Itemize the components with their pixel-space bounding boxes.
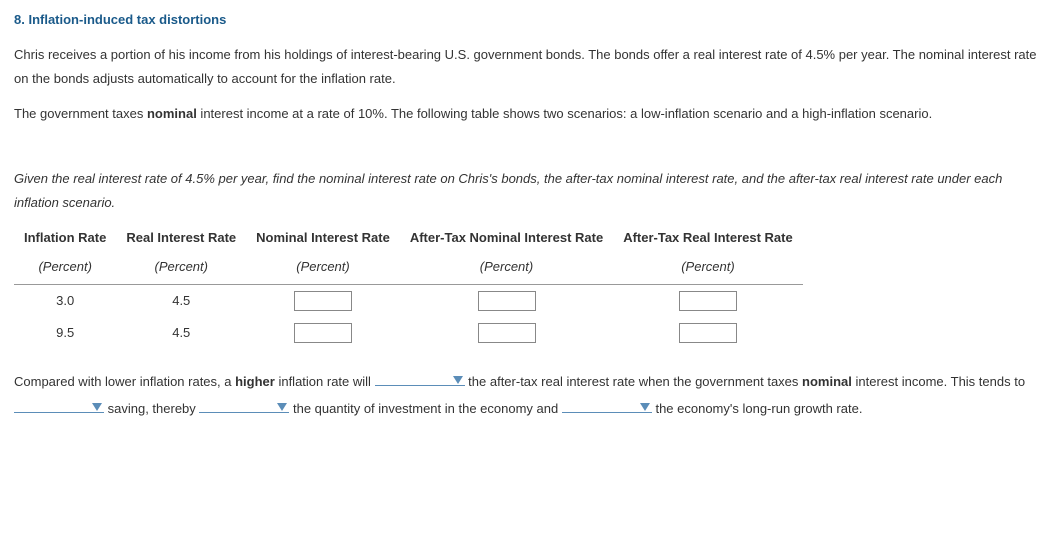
- intro-paragraph-2: The government taxes nominal interest in…: [14, 102, 1040, 127]
- dropdown-effect-saving[interactable]: [14, 397, 104, 413]
- chevron-down-icon: [277, 403, 287, 411]
- input-nominal-row1[interactable]: [294, 291, 352, 311]
- input-aftertax-nominal-row1[interactable]: [478, 291, 536, 311]
- input-nominal-row2[interactable]: [294, 323, 352, 343]
- text-fragment: Compared with lower inflation rates, a: [14, 374, 235, 389]
- chevron-down-icon: [453, 376, 463, 384]
- instruction-text: Given the real interest rate of 4.5% per…: [14, 167, 1040, 216]
- text-fragment: the after-tax real interest rate when th…: [465, 374, 802, 389]
- cell-inflation: 9.5: [14, 317, 116, 350]
- col-unit: (Percent): [400, 253, 613, 284]
- scenario-table: Inflation Rate Real Interest Rate Nomina…: [14, 224, 803, 350]
- col-unit: (Percent): [246, 253, 400, 284]
- text-fragment: the quantity of investment in the econom…: [289, 401, 561, 416]
- col-unit: (Percent): [14, 253, 116, 284]
- cell-inflation: 3.0: [14, 284, 116, 317]
- chevron-down-icon: [92, 403, 102, 411]
- chevron-down-icon: [640, 403, 650, 411]
- fill-in-paragraph: Compared with lower inflation rates, a h…: [14, 368, 1040, 423]
- bold-nominal: nominal: [147, 106, 197, 121]
- intro-paragraph-1: Chris receives a portion of his income f…: [14, 43, 1040, 92]
- col-header-inflation: Inflation Rate: [14, 224, 116, 253]
- input-aftertax-nominal-row2[interactable]: [478, 323, 536, 343]
- text-fragment: interest income at a rate of 10%. The fo…: [197, 106, 932, 121]
- cell-real: 4.5: [116, 284, 246, 317]
- text-fragment: the economy's long-run growth rate.: [652, 401, 863, 416]
- col-header-aftertax-real: After-Tax Real Interest Rate: [613, 224, 803, 253]
- input-aftertax-real-row1[interactable]: [679, 291, 737, 311]
- col-header-real: Real Interest Rate: [116, 224, 246, 253]
- dropdown-effect-rate[interactable]: [375, 370, 465, 386]
- table-row: 9.5 4.5: [14, 317, 803, 350]
- bold-higher: higher: [235, 374, 275, 389]
- col-unit: (Percent): [116, 253, 246, 284]
- text-fragment: saving, thereby: [104, 401, 199, 416]
- col-unit: (Percent): [613, 253, 803, 284]
- bold-nominal-2: nominal: [802, 374, 852, 389]
- table-row: 3.0 4.5: [14, 284, 803, 317]
- dropdown-effect-growth[interactable]: [562, 397, 652, 413]
- col-header-nominal: Nominal Interest Rate: [246, 224, 400, 253]
- input-aftertax-real-row2[interactable]: [679, 323, 737, 343]
- question-heading: 8. Inflation-induced tax distortions: [14, 8, 1040, 33]
- text-fragment: interest income. This tends to: [852, 374, 1025, 389]
- text-fragment: inflation rate will: [275, 374, 375, 389]
- text-fragment: The government taxes: [14, 106, 147, 121]
- col-header-aftertax-nominal: After-Tax Nominal Interest Rate: [400, 224, 613, 253]
- cell-real: 4.5: [116, 317, 246, 350]
- dropdown-effect-investment[interactable]: [199, 397, 289, 413]
